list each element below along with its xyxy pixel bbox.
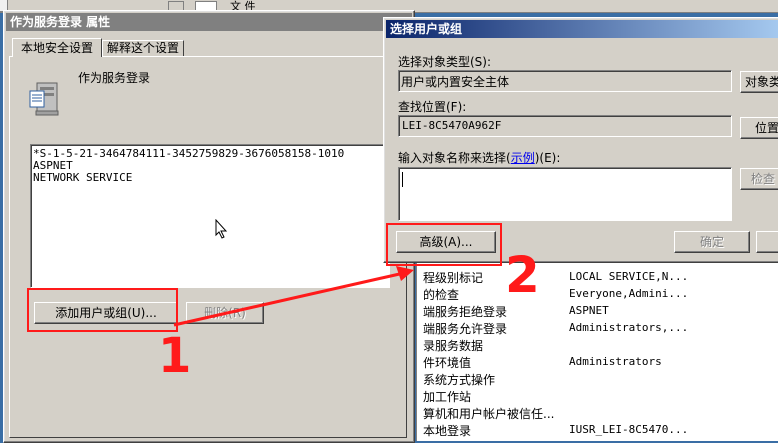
annotation-step-2: 2 — [505, 246, 540, 304]
annotation-step-1: 1 — [158, 328, 192, 384]
tab-label: 本地安全设置 — [20, 41, 93, 55]
tab-local-security-setting[interactable]: 本地安全设置 — [12, 38, 102, 57]
annotation-arrow — [173, 266, 414, 327]
